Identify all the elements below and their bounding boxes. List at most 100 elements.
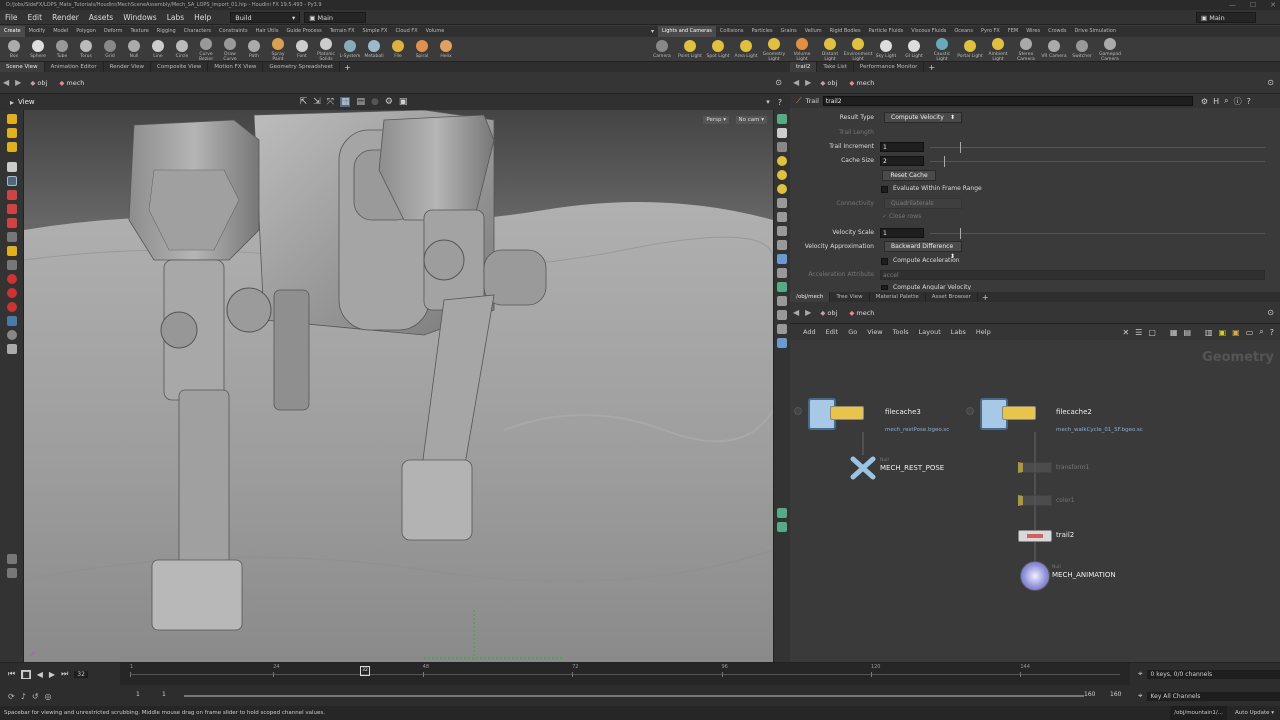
- shelf-tab-pyro-fx[interactable]: Pyro FX: [977, 26, 1004, 37]
- status-path-field[interactable]: /obj/mountain1/...: [1170, 706, 1228, 720]
- velocity-scale-field[interactable]: 1: [880, 228, 924, 238]
- menu-help[interactable]: Help: [189, 10, 216, 25]
- path-mech[interactable]: ◆ mech: [53, 79, 90, 87]
- transform1-node[interactable]: [1018, 462, 1052, 473]
- desktop-dropdown[interactable]: ▣ Main: [304, 11, 367, 23]
- tool-stereo-camera[interactable]: Stereo Camera: [1012, 37, 1040, 62]
- lock-camera-icon[interactable]: [777, 128, 787, 138]
- shelf-tab-model[interactable]: Model: [49, 26, 72, 37]
- net-menu-layout[interactable]: Layout: [914, 328, 946, 336]
- tool-spiral[interactable]: Spiral: [410, 39, 434, 59]
- shelf-tab-lights-and-cameras[interactable]: Lights and Cameras: [658, 26, 716, 37]
- tab-tree-view[interactable]: Tree View: [830, 292, 870, 302]
- eval-range-checkbox[interactable]: [881, 186, 888, 193]
- tool-tube[interactable]: Tube: [50, 39, 74, 59]
- layout-icon[interactable]: ▥: [1205, 328, 1213, 337]
- shelf-tab-simple-fx[interactable]: Simple FX: [359, 26, 392, 37]
- shelf-tab-characters[interactable]: Characters: [180, 26, 215, 37]
- tool-grid[interactable]: Grid: [98, 39, 122, 59]
- face-mode-icon[interactable]: [6, 218, 17, 228]
- wrench-icon[interactable]: ✕: [1122, 328, 1129, 337]
- shelf-tab-volume[interactable]: Volume: [422, 26, 449, 37]
- menu-assets[interactable]: Assets: [84, 10, 118, 25]
- help-h-icon[interactable]: H: [1213, 97, 1219, 106]
- filecache2-node[interactable]: [966, 398, 1038, 432]
- edge-mode-icon[interactable]: [6, 204, 17, 214]
- tool-helix[interactable]: Helix: [434, 39, 458, 59]
- shelf-tab-particle-fluids[interactable]: Particle Fluids: [865, 26, 908, 37]
- tab-render-view[interactable]: Render View: [104, 62, 152, 72]
- loop-icon[interactable]: ↺: [32, 692, 39, 701]
- info-icon[interactable]: ⓘ: [1234, 96, 1242, 107]
- select-tool-icon[interactable]: [6, 114, 17, 124]
- menu-windows[interactable]: Windows: [118, 10, 161, 25]
- pose-tool-icon[interactable]: [6, 128, 17, 138]
- net-menu-edit[interactable]: Edit: [821, 328, 844, 336]
- shelf-tab-guide-process[interactable]: Guide Process: [282, 26, 325, 37]
- info-icon[interactable]: [777, 508, 787, 518]
- result-type-menu[interactable]: Compute Velocity ⬍: [884, 112, 962, 123]
- path-mech[interactable]: ◆ mech: [843, 79, 880, 87]
- tool-gamepad-camera[interactable]: Gamepad Camera: [1096, 37, 1124, 62]
- trail-increment-field[interactable]: 1: [880, 142, 924, 152]
- tool-caustic-light[interactable]: Caustic Light: [928, 37, 956, 62]
- headlight-icon[interactable]: [777, 156, 787, 166]
- audio-icon[interactable]: ♪: [21, 692, 26, 701]
- snap-icon[interactable]: ▦: [339, 97, 351, 107]
- connectivity-menu[interactable]: Quadrilaterals: [884, 198, 962, 209]
- node-bypass-icon[interactable]: [966, 407, 974, 415]
- shelf-tab-rigid-bodies[interactable]: Rigid Bodies: [826, 26, 865, 37]
- shelf-tab-create[interactable]: Create: [0, 26, 25, 37]
- point-display-icon[interactable]: [777, 198, 787, 208]
- add-tab-icon[interactable]: +: [344, 63, 351, 72]
- minimize-icon[interactable]: —: [1229, 0, 1236, 10]
- tab-animation-editor[interactable]: Animation Editor: [45, 62, 104, 72]
- velocity-display-icon[interactable]: [777, 226, 787, 236]
- node-bypass-icon[interactable]: [794, 407, 802, 415]
- menu-edit[interactable]: Edit: [23, 10, 48, 25]
- record-icon[interactable]: ●: [371, 97, 379, 107]
- network-view[interactable]: Geometry filecache3 mech_restPose.bgeo.s…: [790, 340, 1280, 706]
- maximize-icon[interactable]: ☐: [1250, 0, 1256, 10]
- shelf-tab-viscous-fluids[interactable]: Viscous Fluids: [907, 26, 950, 37]
- grid-icon[interactable]: ▤: [356, 97, 365, 107]
- tab-obj-mech[interactable]: /obj/mech: [790, 292, 831, 302]
- auto-update-menu[interactable]: Auto Update ▾: [1235, 706, 1274, 720]
- handle-tool-icon[interactable]: [6, 142, 17, 152]
- tool-curve-bezier[interactable]: Curve Bezier: [194, 37, 218, 62]
- shelf-tab-polygon[interactable]: Polygon: [72, 26, 100, 37]
- primitive-display-icon[interactable]: [777, 240, 787, 250]
- tab-geometry-spreadsheet[interactable]: Geometry Spreadsheet: [263, 62, 341, 72]
- net-menu-add[interactable]: Add: [798, 328, 821, 336]
- all-lights-icon[interactable]: [777, 184, 787, 194]
- select-mode-icon[interactable]: ⇱: [300, 97, 308, 107]
- tool-sky-light[interactable]: Sky Light: [872, 39, 900, 59]
- shelf-tab-wires[interactable]: Wires: [1022, 26, 1044, 37]
- close-icon[interactable]: ✕: [1270, 0, 1276, 10]
- back-icon[interactable]: ◀: [790, 308, 802, 317]
- filecache3-node[interactable]: [794, 398, 866, 432]
- tool-l-system[interactable]: L-System: [338, 39, 362, 59]
- question-icon[interactable]: ?: [1247, 97, 1251, 106]
- tab-asset-browser[interactable]: Asset Browser: [926, 292, 978, 302]
- shape-palette-icon[interactable]: ▣: [1232, 328, 1240, 337]
- tool-spray-paint[interactable]: Spray Paint: [266, 37, 290, 62]
- snapshot-icon[interactable]: [777, 310, 787, 320]
- compute-accel-checkbox[interactable]: [881, 258, 888, 265]
- tab-take-list[interactable]: Take List: [817, 62, 854, 72]
- net-menu-go[interactable]: Go: [843, 328, 862, 336]
- realtime-icon[interactable]: ⟳: [8, 692, 15, 701]
- net-menu-labs[interactable]: Labs: [946, 328, 971, 336]
- pin-icon[interactable]: ⊙: [775, 78, 782, 87]
- lock-tool-icon[interactable]: [6, 176, 17, 186]
- play-backward-icon[interactable]: ◀: [37, 670, 43, 679]
- shelf-tab-vellum[interactable]: Vellum: [801, 26, 826, 37]
- range-slider[interactable]: 1 1 160 160: [120, 685, 1130, 707]
- velocity-scale-slider[interactable]: [930, 228, 1265, 239]
- shelf-tab-particles[interactable]: Particles: [747, 26, 776, 37]
- shelf-tab-texture[interactable]: Texture: [126, 26, 152, 37]
- tool-font[interactable]: Font: [290, 39, 314, 59]
- node-name-field[interactable]: trail2: [822, 96, 1193, 106]
- tool-path[interactable]: Path: [242, 39, 266, 59]
- color-palette-icon[interactable]: ▣: [1219, 328, 1227, 337]
